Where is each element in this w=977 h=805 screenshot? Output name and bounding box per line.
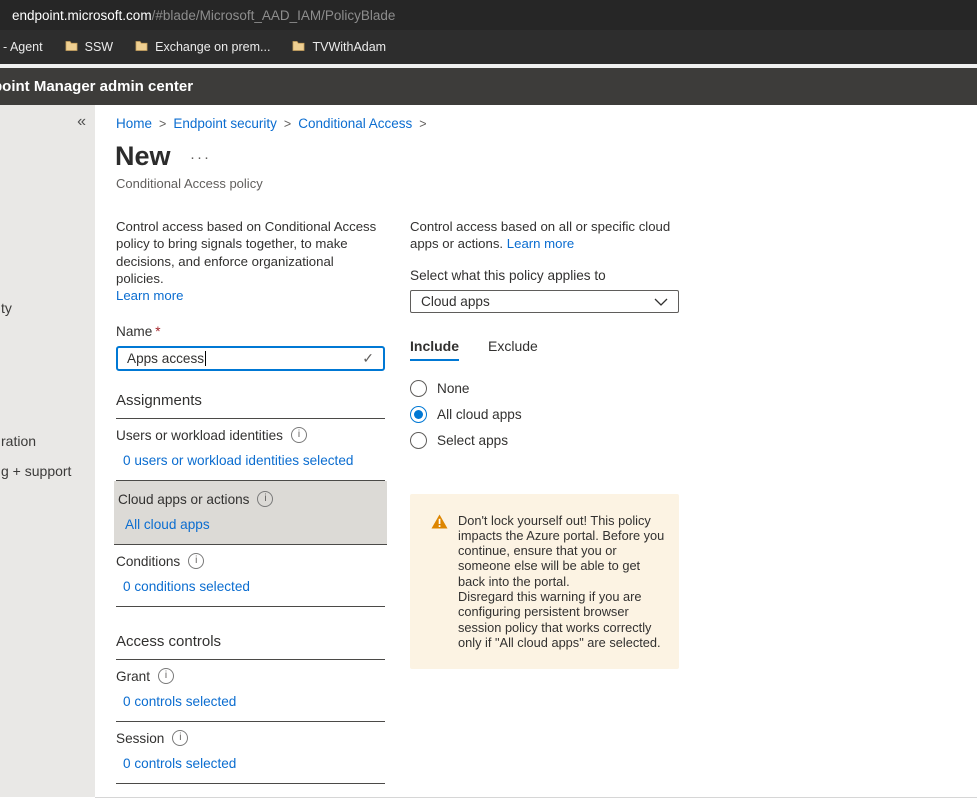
browser-address-bar[interactable]: endpoint.microsoft.com/#blade/Microsoft_… xyxy=(0,0,977,30)
users-identities-label: Users or workload identities xyxy=(116,428,283,443)
session-label: Session xyxy=(116,731,164,746)
breadcrumb-conditional-access[interactable]: Conditional Access xyxy=(298,116,412,131)
info-icon[interactable] xyxy=(257,491,273,507)
bookmark-tvwithadam[interactable]: TVWithAdam xyxy=(292,39,386,55)
page-subtitle: Conditional Access policy xyxy=(116,176,263,191)
info-icon[interactable] xyxy=(188,553,204,569)
cloud-apps-pane: Control access based on all or specific … xyxy=(410,218,679,669)
include-options: None All cloud apps Select apps xyxy=(410,376,679,454)
warning-icon xyxy=(431,514,448,651)
url-path: /#blade/Microsoft_AAD_IAM/PolicyBlade xyxy=(152,8,396,23)
assignments-heading: Assignments xyxy=(116,392,385,419)
breadcrumb-endpoint-security[interactable]: Endpoint security xyxy=(173,116,277,131)
bookmark-label: SSW xyxy=(85,40,113,54)
policy-form-column: Control access based on Conditional Acce… xyxy=(116,218,385,784)
bookmark-label: Exchange on prem... xyxy=(155,40,270,54)
cloud-apps-section: Cloud apps or actions All cloud apps xyxy=(114,481,387,545)
grant-label: Grant xyxy=(116,669,150,684)
left-nav-sidebar: « ty ration g + support xyxy=(0,105,95,797)
tab-include[interactable]: Include xyxy=(410,338,459,361)
portal-header: point Manager admin center xyxy=(0,68,977,105)
radio-none[interactable]: None xyxy=(410,376,679,402)
policy-applies-label: Select what this policy applies to xyxy=(410,268,679,283)
session-link[interactable]: 0 controls selected xyxy=(116,756,385,771)
radio-all-cloud-apps-label: All cloud apps xyxy=(437,407,522,422)
page-title: New xyxy=(115,141,171,172)
chevron-down-icon xyxy=(654,294,668,309)
cloud-apps-description: Control access based on all or specific … xyxy=(410,218,679,253)
cloud-apps-link[interactable]: All cloud apps xyxy=(118,517,383,532)
policy-description-text: Control access based on Conditional Acce… xyxy=(116,219,376,286)
bookmark-label: TVWithAdam xyxy=(312,40,386,54)
info-icon[interactable] xyxy=(172,730,188,746)
lockout-warning-banner: Don't lock yourself out! This policy imp… xyxy=(410,494,679,670)
more-menu-icon[interactable]: ··· xyxy=(190,149,211,166)
radio-select-apps[interactable]: Select apps xyxy=(410,428,679,454)
folder-icon xyxy=(135,39,148,55)
policy-description: Control access based on Conditional Acce… xyxy=(116,218,385,304)
users-identities-link[interactable]: 0 users or workload identities selected xyxy=(116,453,385,468)
name-input-value: Apps access xyxy=(127,351,204,366)
learn-more-link[interactable]: Learn more xyxy=(116,288,183,303)
session-section: Session 0 controls selected xyxy=(116,722,385,784)
url-text[interactable]: endpoint.microsoft.com/#blade/Microsoft_… xyxy=(12,8,395,23)
folder-icon xyxy=(292,39,305,55)
info-icon[interactable] xyxy=(291,427,307,443)
radio-all-cloud-apps[interactable]: All cloud apps xyxy=(410,402,679,428)
sidebar-item-tenant-administration[interactable]: ration xyxy=(1,433,36,449)
breadcrumb-separator: > xyxy=(159,117,166,131)
breadcrumb: Home > Endpoint security > Conditional Acces… xyxy=(116,116,434,131)
conditions-link[interactable]: 0 conditions selected xyxy=(116,579,385,594)
cloud-apps-label: Cloud apps or actions xyxy=(118,492,249,507)
sidebar-collapse-icon[interactable]: « xyxy=(77,113,86,131)
radio-none-label: None xyxy=(437,381,470,396)
radio-select-apps-label: Select apps xyxy=(437,433,508,448)
bookmarks-bar: - Agent SSW Exchange on prem... TVWithAd… xyxy=(0,30,977,64)
conditions-label: Conditions xyxy=(116,554,180,569)
radio-none-control[interactable] xyxy=(410,380,427,397)
tab-exclude[interactable]: Exclude xyxy=(488,338,538,361)
bookmark-ssw[interactable]: SSW xyxy=(65,39,113,55)
learn-more-link[interactable]: Learn more xyxy=(507,236,574,251)
footer-divider xyxy=(95,797,977,798)
grant-link[interactable]: 0 controls selected xyxy=(116,694,385,709)
bookmark-label: - Agent xyxy=(3,40,43,54)
screen: endpoint.microsoft.com/#blade/Microsoft_… xyxy=(0,0,977,805)
folder-icon xyxy=(65,39,78,55)
text-cursor xyxy=(205,351,206,366)
name-input[interactable]: Apps access ✓ xyxy=(116,346,385,371)
valid-check-icon: ✓ xyxy=(362,350,374,367)
include-exclude-tabs: Include Exclude xyxy=(410,338,679,361)
radio-all-cloud-apps-control[interactable] xyxy=(410,406,427,423)
warning-line1: Don't lock yourself out! This policy imp… xyxy=(458,513,664,589)
radio-select-apps-control[interactable] xyxy=(410,432,427,449)
portal-title: point Manager admin center xyxy=(0,78,193,95)
breadcrumb-home[interactable]: Home xyxy=(116,116,152,131)
bookmark-exchange[interactable]: Exchange on prem... xyxy=(135,39,270,55)
conditions-section: Conditions 0 conditions selected xyxy=(116,545,385,607)
breadcrumb-separator: > xyxy=(284,117,291,131)
sidebar-item-endpoint-security[interactable]: ty xyxy=(1,300,12,316)
policy-applies-dropdown[interactable]: Cloud apps xyxy=(410,290,679,313)
warning-text: Don't lock yourself out! This policy imp… xyxy=(458,513,665,651)
url-host: endpoint.microsoft.com xyxy=(12,8,152,23)
name-label-text: Name xyxy=(116,324,152,339)
breadcrumb-separator: > xyxy=(419,117,426,131)
sidebar-item-troubleshooting-support[interactable]: g + support xyxy=(1,463,71,479)
name-field-label: Name* xyxy=(116,324,385,339)
required-marker: * xyxy=(155,324,160,339)
access-controls-heading: Access controls xyxy=(116,633,385,660)
info-icon[interactable] xyxy=(158,668,174,684)
dropdown-value: Cloud apps xyxy=(421,294,490,309)
bookmark-agent[interactable]: - Agent xyxy=(3,40,43,54)
users-identities-section: Users or workload identities 0 users or … xyxy=(116,419,385,481)
grant-section: Grant 0 controls selected xyxy=(116,660,385,722)
main-content: Home > Endpoint security > Conditional Acces… xyxy=(95,105,977,797)
warning-line2: Disregard this warning if you are config… xyxy=(458,589,661,650)
